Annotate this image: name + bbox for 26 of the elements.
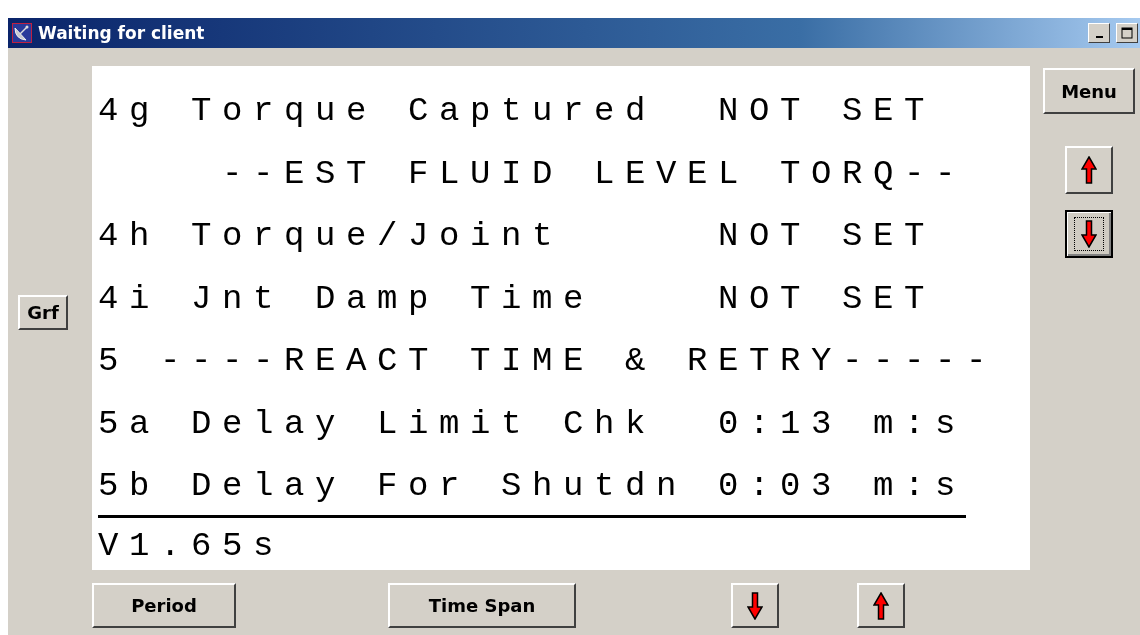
down-arrow-icon: [747, 591, 763, 620]
period-button[interactable]: Period: [92, 583, 236, 628]
arrow-down-button[interactable]: [731, 583, 779, 628]
minimize-icon: [1095, 35, 1103, 38]
display-line: V1.65s: [98, 525, 285, 567]
time-span-button[interactable]: Time Span: [388, 583, 576, 628]
grf-button[interactable]: Grf: [18, 294, 68, 330]
scroll-up-button[interactable]: [1065, 146, 1113, 194]
satellite-dish-icon: [12, 23, 32, 43]
display-line: 4g Torque Captured NOT SET: [98, 91, 936, 132]
scroll-down-button[interactable]: [1065, 210, 1113, 258]
menu-button[interactable]: Menu: [1043, 68, 1135, 114]
display-line: --EST FLUID LEVEL TORQ--: [221, 153, 967, 195]
up-arrow-icon: [1081, 156, 1097, 184]
display-line: 5b Delay For Shutdn 0:03 m:s: [98, 455, 967, 518]
up-arrow-icon: [873, 591, 889, 620]
display-line: 4h Torque/Joint NOT SET: [98, 216, 936, 257]
maximize-icon: [1121, 27, 1133, 39]
minimize-button[interactable]: [1088, 23, 1110, 43]
display-line: 5 ----REACT TIME & RETRY-----: [98, 341, 998, 382]
window-title: Waiting for client: [38, 23, 206, 43]
display-line: 4i Jnt Damp Time NOT SET: [98, 278, 936, 320]
maximize-button[interactable]: [1116, 23, 1138, 43]
down-arrow-icon: [1081, 220, 1097, 248]
display-line: 5a Delay Limit Chk 0:13 m:s: [98, 403, 967, 445]
arrow-up-button[interactable]: [857, 583, 905, 628]
